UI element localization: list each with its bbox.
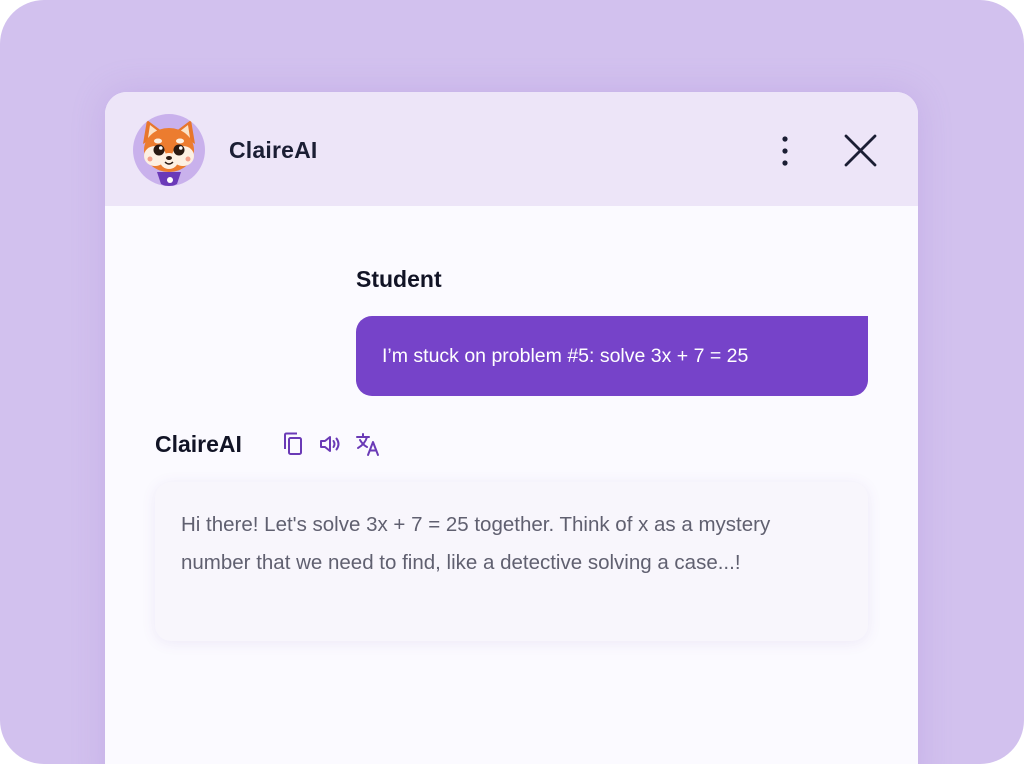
app-title: ClaireAI [229,137,318,163]
more-vertical-icon[interactable] [769,130,801,170]
student-message-text: I’m stuck on problem #5: solve 3x + 7 = … [382,345,749,367]
copy-icon[interactable] [280,430,308,458]
assistant-message-card: Hi there! Let's solve 3x + 7 = 25 togeth… [155,482,868,641]
red-panda-mascot-icon [133,114,205,186]
chat-window: ClaireAI Student I’m stuck on problem #5… [105,92,918,764]
assistant-message-text: Hi there! Let's solve 3x + 7 = 25 togeth… [181,513,771,574]
student-name-label: Student [356,266,442,292]
chat-header: ClaireAI [105,92,918,206]
assistant-name-label: ClaireAI [155,431,242,457]
speaker-icon[interactable] [317,430,345,458]
translate-icon[interactable] [354,430,382,458]
close-icon[interactable] [839,130,881,172]
student-message-bubble: I’m stuck on problem #5: solve 3x + 7 = … [356,316,868,396]
page-backdrop: ClaireAI Student I’m stuck on problem #5… [0,0,1024,764]
